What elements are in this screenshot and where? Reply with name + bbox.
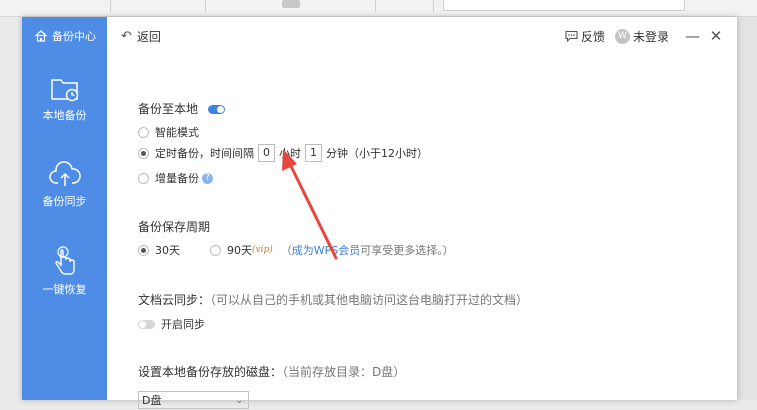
hours-unit: 小时 [279, 147, 301, 160]
toolbar-separator [150, 0, 206, 12]
option-label: 30天 [155, 244, 180, 257]
avatar: W [614, 28, 630, 44]
sidebar-item-restore[interactable]: 一键恢复 [22, 245, 107, 297]
radio-30-days[interactable] [138, 244, 149, 256]
back-label: 返回 [136, 29, 161, 44]
retention-note: 可享受更多选择。） [360, 244, 454, 257]
become-member-link[interactable]: 成为WPS会员 [292, 242, 361, 258]
login-label: 未登录 [632, 29, 669, 44]
cloud-sync-section: 文档云同步：（可以从自己的手机或其他电脑访问这台电脑打开过的文档） [138, 291, 528, 308]
note-paren-open: （ [280, 244, 292, 257]
option-smart-mode[interactable]: 智能模式 [138, 124, 199, 140]
sidebar-header[interactable]: 备份中心 [22, 17, 107, 55]
feedback-button[interactable]: 反馈 [565, 28, 605, 45]
option-incremental[interactable]: 增量备份 ? [138, 170, 213, 186]
minimize-icon[interactable]: — [685, 27, 700, 45]
sync-toggle-label: 开启同步 [161, 318, 205, 331]
local-backup-toggle[interactable] [207, 105, 225, 114]
local-backup-title: 备份至本地 [138, 102, 199, 116]
disk-select-value: D盘 [142, 394, 162, 407]
disk-title: 设置本地备份存放的磁盘： [138, 365, 283, 379]
radio-90-days[interactable] [210, 244, 221, 256]
background-window-edge [737, 17, 757, 400]
sidebar-item-label: 本地备份 [42, 109, 87, 122]
home-icon [35, 30, 47, 42]
sync-toggle[interactable] [138, 319, 155, 329]
chat-bubble-icon [565, 30, 578, 42]
option-label: 定时备份，时间间隔 [155, 147, 254, 160]
toolbar-separator [398, 0, 434, 12]
toolbar-button [282, 0, 300, 8]
back-arrow-icon: ↶ [121, 28, 132, 44]
help-icon[interactable]: ? [202, 172, 213, 184]
chevron-down-icon: ⌄ [235, 396, 243, 406]
retention-title: 备份保存周期 [138, 220, 211, 234]
sidebar-header-label: 备份中心 [52, 30, 96, 43]
disk-select[interactable]: D盘 ⌄ [138, 391, 249, 409]
option-label: 增量备份 [155, 172, 199, 185]
sidebar-item-backup-sync[interactable]: 备份同步 [22, 161, 107, 209]
toolbar-field [443, 0, 685, 11]
folder-clock-icon [50, 79, 78, 102]
disk-section: 设置本地备份存放的磁盘：（当前存放目录：D盘） [138, 363, 405, 380]
disk-note: （当前存放目录：D盘） [282, 365, 406, 379]
radio-incremental[interactable] [138, 172, 149, 184]
minutes-input[interactable]: 1 [305, 144, 322, 162]
vip-tag: (vip) [252, 245, 273, 255]
local-backup-section: 备份至本地 [138, 100, 225, 117]
cloud-upload-icon [48, 161, 81, 186]
minutes-unit: 分钟（小于12小时） [326, 147, 428, 160]
sidebar: 备份中心 本地备份 备份同步 一键恢复 [22, 17, 107, 400]
title-bar: ↶ 返回 反馈 W 未登录 — ✕ [107, 17, 737, 55]
login-button[interactable]: W 未登录 [614, 28, 669, 45]
option-label: 智能模式 [155, 126, 199, 139]
title-bar-actions: 反馈 W 未登录 — ✕ [565, 17, 723, 55]
sidebar-item-local-backup[interactable]: 本地备份 [22, 75, 107, 123]
toolbar-separator [355, 0, 376, 12]
back-button[interactable]: ↶ 返回 [121, 28, 161, 45]
toolbar-separator [82, 0, 111, 12]
option-timed-backup[interactable]: 定时备份，时间间隔 0 小时 1 分钟（小于12小时） [138, 144, 428, 162]
background-toolbar [0, 0, 757, 17]
cloud-sync-note: （可以从自己的手机或其他电脑访问这台电脑打开过的文档） [210, 293, 529, 307]
option-label: 90天 [227, 244, 252, 257]
sync-toggle-row[interactable]: 开启同步 [138, 316, 205, 332]
retention-options: 30天 90天 (vip) （ 成为WPS会员 可享受更多选择。） [138, 242, 454, 258]
sidebar-item-label: 一键恢复 [42, 283, 87, 296]
cloud-sync-title: 文档云同步： [138, 293, 211, 307]
backup-center-dialog: 备份中心 本地备份 备份同步 一键恢复 ↶ 返回 反馈 W 未登录 — ✕ 备份… [22, 17, 737, 409]
hand-tap-icon [54, 246, 75, 275]
settings-content: 备份至本地 智能模式 定时备份，时间间隔 0 小时 1 分钟（小于12小时） 增… [107, 55, 737, 409]
feedback-label: 反馈 [580, 29, 605, 44]
radio-smart[interactable] [138, 126, 149, 138]
sidebar-item-label: 备份同步 [42, 195, 87, 208]
radio-timed[interactable] [138, 147, 149, 159]
hours-input[interactable]: 0 [258, 144, 275, 162]
close-icon[interactable]: ✕ [709, 27, 723, 45]
